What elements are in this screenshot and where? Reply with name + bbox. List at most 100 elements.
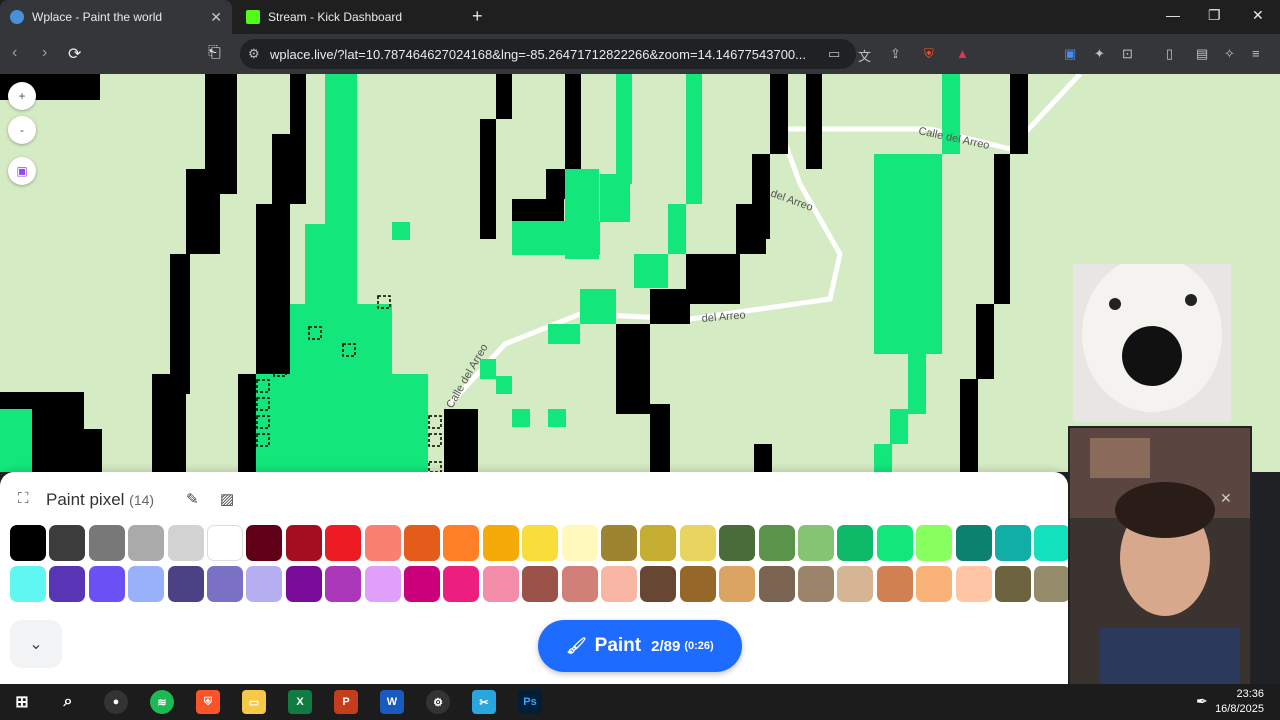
screenshot-icon[interactable]: ⊡ [1122, 46, 1133, 62]
fullscreen-icon[interactable]: ⛶ [18, 490, 29, 507]
color-swatch[interactable] [128, 525, 165, 561]
color-swatch[interactable] [207, 525, 243, 561]
pen-icon[interactable]: ✒ [1196, 693, 1208, 710]
color-swatch[interactable] [640, 566, 677, 602]
color-swatch[interactable] [482, 566, 519, 602]
color-swatch[interactable] [995, 566, 1031, 602]
bookmark-icon[interactable]: ⎗ [208, 44, 221, 62]
sidebar-icon[interactable]: ▯ [1166, 46, 1173, 62]
image-icon[interactable]: ▨ [220, 490, 234, 508]
color-swatch[interactable] [88, 566, 125, 602]
color-swatch[interactable] [916, 525, 953, 561]
color-swatch[interactable] [285, 566, 322, 602]
menu-icon[interactable]: ≡ [1252, 46, 1260, 61]
brave-browser-icon[interactable]: ⛨ [196, 690, 220, 714]
capcut-icon[interactable]: ✂ [472, 690, 496, 714]
search-icon[interactable]: ⌕ [56, 690, 80, 714]
translate-extension-icon[interactable]: ▣ [1064, 46, 1076, 62]
color-swatch[interactable] [561, 566, 598, 602]
site-settings-icon[interactable]: ⚙ [248, 46, 260, 62]
eyedropper-icon[interactable]: ✎ [186, 490, 199, 508]
color-swatch[interactable] [49, 566, 86, 602]
powerpoint-icon[interactable]: P [334, 690, 358, 714]
paint-button[interactable]: 🖌 Paint 2/89 (0:26) [538, 620, 742, 672]
color-swatch[interactable] [955, 566, 992, 602]
file-explorer-icon[interactable]: ▭ [242, 690, 266, 714]
color-swatch[interactable] [246, 566, 283, 602]
color-swatch[interactable] [49, 525, 86, 561]
forward-icon[interactable]: › [42, 44, 47, 62]
color-swatch[interactable] [207, 566, 243, 602]
twitch-icon[interactable]: ▣ [8, 157, 36, 185]
tab-wplace[interactable]: Wplace - Paint the world ✕ [0, 0, 232, 34]
color-swatch[interactable] [719, 566, 756, 602]
color-swatch[interactable] [522, 566, 559, 602]
color-swatch[interactable] [916, 566, 953, 602]
extensions-icon[interactable]: ✦ [1094, 46, 1105, 62]
color-swatch[interactable] [325, 525, 362, 561]
color-swatch[interactable] [325, 566, 362, 602]
color-swatch[interactable] [443, 566, 480, 602]
color-swatch[interactable] [679, 525, 716, 561]
color-swatch[interactable] [798, 566, 834, 602]
cast-icon[interactable]: ▭ [828, 46, 840, 62]
excel-icon[interactable]: X [288, 690, 312, 714]
zoom-out-button[interactable]: - [8, 116, 36, 144]
color-swatch[interactable] [561, 525, 598, 561]
pixel-map[interactable]: Calle del Arreo del Arreo del Arreo Call… [0, 74, 1280, 472]
system-clock[interactable]: 23:36 16/8/2025 [1215, 687, 1264, 717]
color-swatch[interactable] [404, 525, 440, 561]
url-field[interactable]: wplace.live/?lat=10.787464627024168&lng=… [240, 39, 856, 69]
new-tab-icon[interactable]: + [472, 6, 483, 27]
color-swatch[interactable] [758, 566, 795, 602]
back-icon[interactable]: ‹ [12, 44, 17, 62]
color-swatch[interactable] [601, 525, 637, 561]
brave-shield-icon[interactable]: ⛨ [924, 46, 934, 62]
color-swatch[interactable] [167, 566, 204, 602]
color-swatch[interactable] [88, 525, 125, 561]
color-swatch[interactable] [758, 525, 795, 561]
color-swatch[interactable] [364, 566, 401, 602]
color-swatch[interactable] [798, 525, 834, 561]
color-swatch[interactable] [995, 525, 1031, 561]
color-swatch[interactable] [876, 525, 913, 561]
color-swatch[interactable] [837, 566, 874, 602]
reload-icon[interactable]: ⟳ [68, 44, 81, 64]
zoom-in-button[interactable]: + [8, 82, 36, 110]
color-swatch[interactable] [167, 525, 204, 561]
word-icon[interactable]: W [380, 690, 404, 714]
translate-icon[interactable]: 文 [858, 46, 871, 65]
color-swatch[interactable] [679, 566, 716, 602]
minimize-icon[interactable]: — [1166, 7, 1180, 23]
color-swatch[interactable] [601, 566, 637, 602]
color-swatch[interactable] [10, 525, 46, 561]
brave-rewards-icon[interactable]: ▲ [956, 46, 969, 61]
color-swatch[interactable] [285, 525, 322, 561]
photoshop-icon[interactable]: Ps [518, 690, 542, 714]
color-swatch[interactable] [1034, 525, 1071, 561]
wallet-icon[interactable]: ▤ [1196, 46, 1208, 62]
tab-kick[interactable]: Stream - Kick Dashboard [236, 0, 466, 34]
color-swatch[interactable] [246, 525, 283, 561]
close-tab-icon[interactable]: ✕ [210, 9, 222, 26]
spotify-icon[interactable]: ≋ [150, 690, 174, 714]
color-swatch[interactable] [640, 525, 677, 561]
color-swatch[interactable] [364, 525, 401, 561]
collapse-panel-button[interactable]: ⌄ [10, 620, 62, 668]
share-icon[interactable]: ⇪ [890, 46, 901, 62]
color-swatch[interactable] [955, 525, 992, 561]
color-swatch[interactable] [404, 566, 440, 602]
color-swatch[interactable] [482, 525, 519, 561]
steam-icon[interactable]: ⚙ [426, 690, 450, 714]
color-swatch[interactable] [10, 566, 46, 602]
color-swatch[interactable] [719, 525, 756, 561]
color-swatch[interactable] [443, 525, 480, 561]
color-swatch[interactable] [876, 566, 913, 602]
restore-icon[interactable]: ❐ [1208, 7, 1221, 24]
color-swatch[interactable] [837, 525, 874, 561]
leo-ai-icon[interactable]: ✧ [1224, 46, 1235, 62]
color-swatch[interactable] [522, 525, 559, 561]
color-swatch[interactable] [128, 566, 165, 602]
windows-start-icon[interactable]: ⊞ [10, 690, 34, 714]
obs-icon[interactable]: ● [104, 690, 128, 714]
